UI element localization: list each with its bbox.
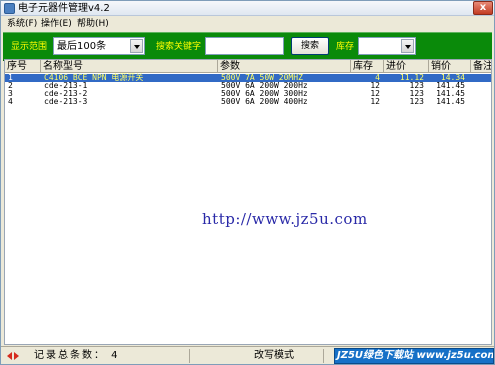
close-icon: x: [479, 2, 487, 13]
record-count: 记录总条数： 4: [34, 350, 120, 361]
range-select-value: 最后100条: [57, 41, 107, 52]
range-select[interactable]: 最后100条: [53, 37, 145, 55]
menu-bar: 系统(F) 操作(E) 帮助(H): [1, 17, 494, 32]
search-button[interactable]: 搜索: [291, 37, 329, 55]
menu-system[interactable]: 系统(F): [7, 18, 37, 31]
arrows-icon: [7, 352, 19, 360]
status-divider: [323, 349, 324, 363]
search-input[interactable]: [205, 37, 284, 55]
close-button[interactable]: x: [473, 1, 493, 15]
column-header-note[interactable]: 备注: [471, 60, 491, 73]
status-divider: [189, 349, 190, 363]
cell-cost: 123: [409, 97, 424, 106]
cell-stock: 12: [370, 97, 380, 106]
column-header-cost[interactable]: 进价: [384, 60, 429, 73]
window-title: 电子元器件管理v4.2: [18, 3, 110, 14]
stock-select[interactable]: [358, 37, 416, 55]
chevron-down-icon[interactable]: [401, 39, 414, 53]
column-header-price[interactable]: 销价: [429, 60, 471, 73]
column-header-params[interactable]: 参数: [218, 60, 351, 73]
cell-no: 4: [8, 97, 13, 106]
search-label: 搜索关键字: [156, 42, 202, 52]
table-row[interactable]: 4 cde-213-3 500V 6A 200W 400Hz 12 123 14…: [5, 97, 491, 106]
status-bar: 记录总条数： 4 改写模式 JZ5U绿色下载站 www.jz5u.com: [1, 346, 494, 364]
menu-operate[interactable]: 操作(E): [41, 18, 72, 31]
app-window: 电子元器件管理v4.2 x 系统(F) 操作(E) 帮助(H) 显示范围 最后1…: [0, 0, 495, 365]
app-icon: [4, 3, 15, 14]
range-label: 显示范围: [11, 42, 48, 52]
site-badge: JZ5U绿色下载站 www.jz5u.com: [334, 348, 494, 364]
stock-label: 库存: [336, 42, 355, 52]
column-header-no[interactable]: 序号: [5, 60, 41, 73]
cell-params: 500V 6A 200W 400Hz: [221, 97, 308, 106]
cell-name: cde-213-3: [44, 97, 88, 106]
toolbar: 显示范围 最后100条 搜索关键字 搜索 库存: [3, 32, 492, 61]
chevron-down-icon[interactable]: [130, 39, 143, 53]
column-header-stock[interactable]: 库存: [351, 60, 384, 73]
title-bar[interactable]: 电子元器件管理v4.2 x: [1, 1, 494, 16]
watermark-url: http://www.jz5u.com: [202, 210, 368, 228]
table-header: 序号 名称型号 参数 库存 进价 销价 备注: [5, 60, 491, 73]
column-header-name[interactable]: 名称型号: [41, 60, 218, 73]
menu-help[interactable]: 帮助(H): [77, 18, 109, 31]
cell-price: 141.45: [436, 97, 465, 106]
edit-mode: 改写模式: [254, 350, 294, 361]
parts-table[interactable]: 序号 名称型号 参数 库存 进价 销价 备注 1 C4106 BCE NPN 电…: [4, 59, 492, 345]
